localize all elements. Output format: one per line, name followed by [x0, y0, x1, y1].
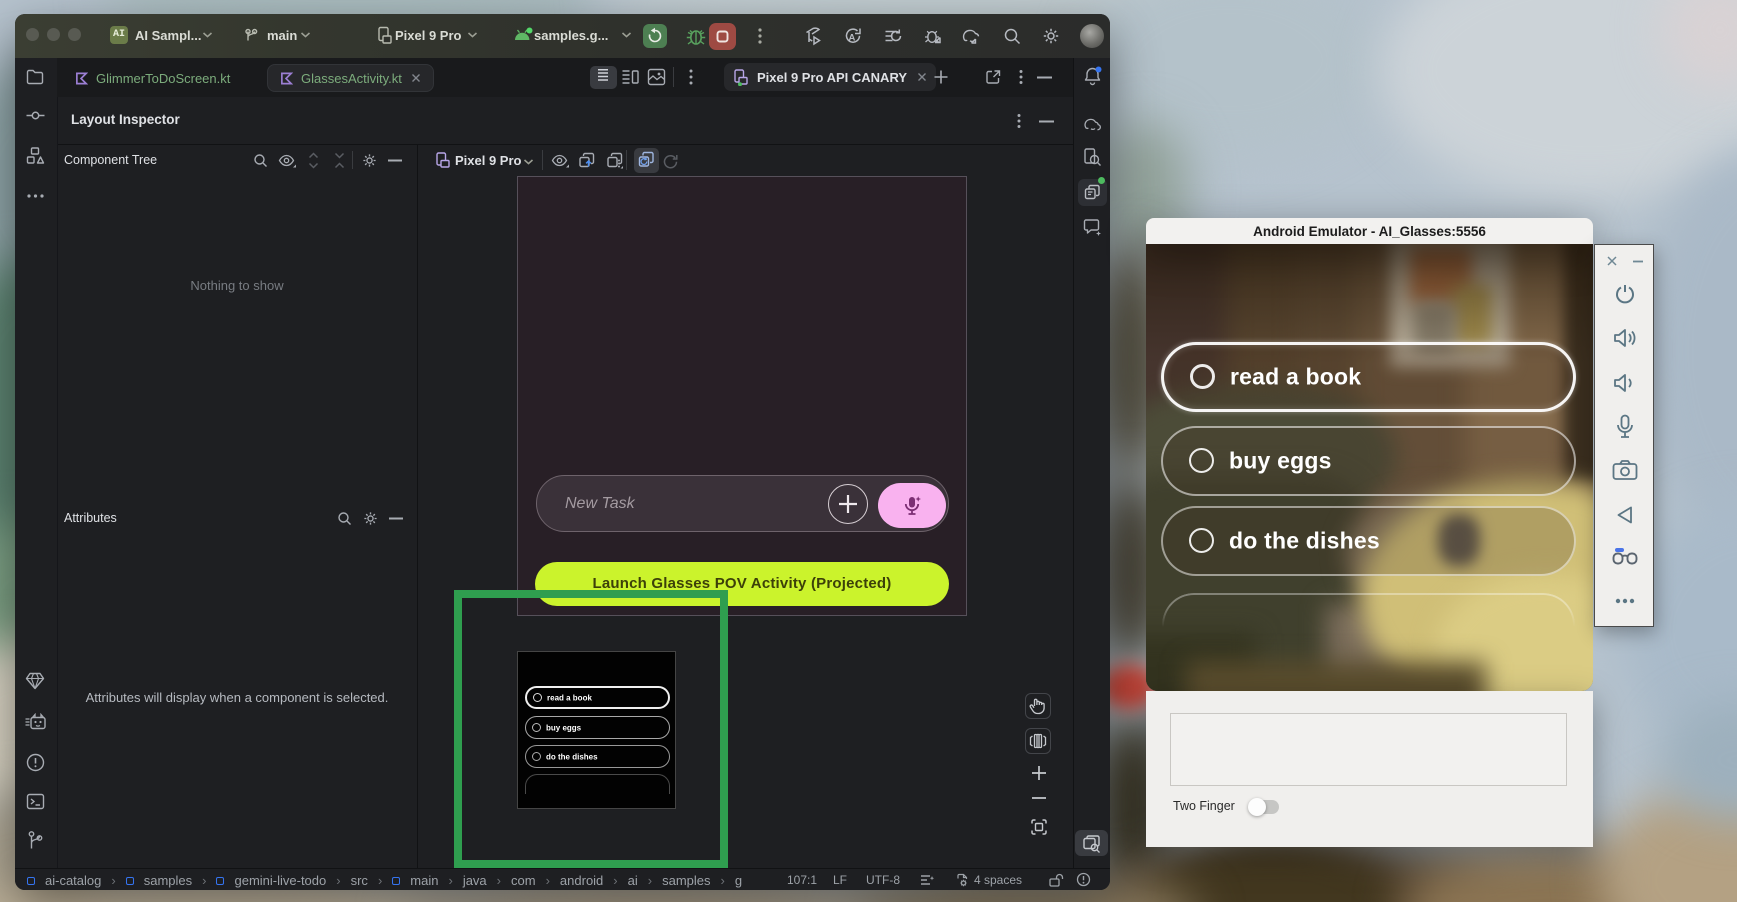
svg-text:A: A: [849, 33, 856, 44]
